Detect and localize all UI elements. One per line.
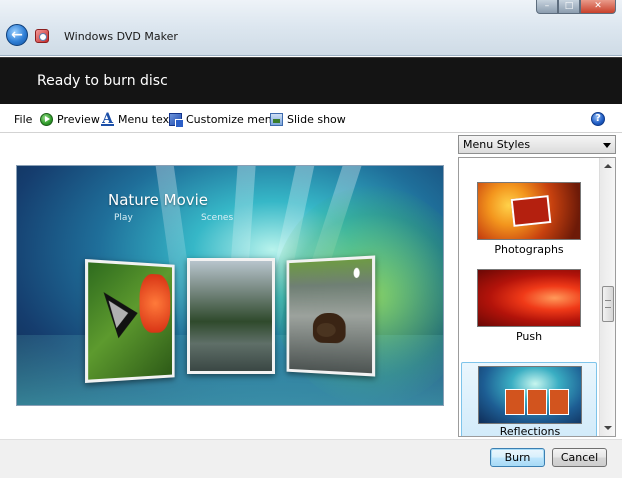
slide-show-button[interactable]: Slide show <box>270 112 346 126</box>
play-icon <box>40 112 53 126</box>
scroll-down-arrow-icon[interactable] <box>600 420 615 436</box>
slide-show-label: Slide show <box>287 112 346 126</box>
menu-text-button[interactable]: A Menu text <box>101 112 173 126</box>
menu-style-push[interactable]: Push <box>461 250 597 343</box>
chevron-down-icon <box>603 143 611 148</box>
burn-button[interactable]: Burn <box>490 448 545 467</box>
main-area: Nature Movie Play Scenes Menu Styles Pho… <box>0 134 622 439</box>
window-title: Windows DVD Maker <box>64 30 178 43</box>
status-band: Ready to burn disc <box>0 57 622 104</box>
preview-menu-title: Nature Movie <box>108 191 209 209</box>
window-controls: – □ ✕ <box>536 0 616 14</box>
scrollbar-thumb[interactable] <box>602 286 614 322</box>
menu-style-photographs[interactable]: Photographs <box>461 164 597 256</box>
menu-styles-scrollbar[interactable] <box>599 158 615 436</box>
preview-photo-mountains <box>187 258 275 374</box>
dvd-maker-app-icon <box>35 29 49 43</box>
reflections-style-thumbnail <box>478 366 582 424</box>
toolbar: File Preview A Menu text Customize menu … <box>0 104 622 133</box>
preview-photo-butterfly <box>85 258 175 384</box>
cancel-button[interactable]: Cancel <box>552 448 607 467</box>
title-bar: ← Windows DVD Maker – □ ✕ <box>0 0 622 56</box>
back-arrow-icon[interactable]: ← <box>6 24 28 46</box>
menu-preview: Nature Movie Play Scenes <box>16 165 444 406</box>
maximize-button[interactable]: □ <box>558 0 580 14</box>
customize-menu-label: Customize menu <box>186 112 279 126</box>
status-text: Ready to burn disc <box>37 73 168 89</box>
file-menu-label: File <box>14 112 33 126</box>
menu-style-label: Push <box>515 330 543 343</box>
customize-menu-button[interactable]: Customize menu <box>169 112 279 128</box>
file-menu[interactable]: File <box>14 112 32 126</box>
preview-scenes-link: Scenes <box>201 213 234 223</box>
help-icon[interactable]: ? <box>591 112 605 126</box>
slide-show-icon <box>270 112 283 126</box>
preview-photo-bear <box>286 255 376 377</box>
text-a-icon: A <box>101 110 114 127</box>
menu-style-reflections[interactable]: Reflections <box>461 362 597 437</box>
footer-bar: Burn Cancel <box>0 439 622 478</box>
push-style-thumbnail <box>477 269 581 327</box>
customize-icon <box>169 112 184 128</box>
close-button[interactable]: ✕ <box>580 0 616 14</box>
preview-play-link: Play <box>114 213 133 223</box>
scroll-up-arrow-icon[interactable] <box>600 158 615 174</box>
photographs-style-thumbnail <box>477 182 581 240</box>
menu-text-label: Menu text <box>118 112 174 126</box>
minimize-button[interactable]: – <box>536 0 558 14</box>
menu-styles-list: Photographs Push Reflections <box>458 157 616 437</box>
menu-styles-dropdown[interactable]: Menu Styles <box>458 135 616 154</box>
preview-button[interactable]: Preview <box>40 112 100 126</box>
preview-label: Preview <box>57 112 100 126</box>
menu-styles-dropdown-label: Menu Styles <box>463 138 531 151</box>
menu-style-label: Reflections <box>499 425 561 437</box>
